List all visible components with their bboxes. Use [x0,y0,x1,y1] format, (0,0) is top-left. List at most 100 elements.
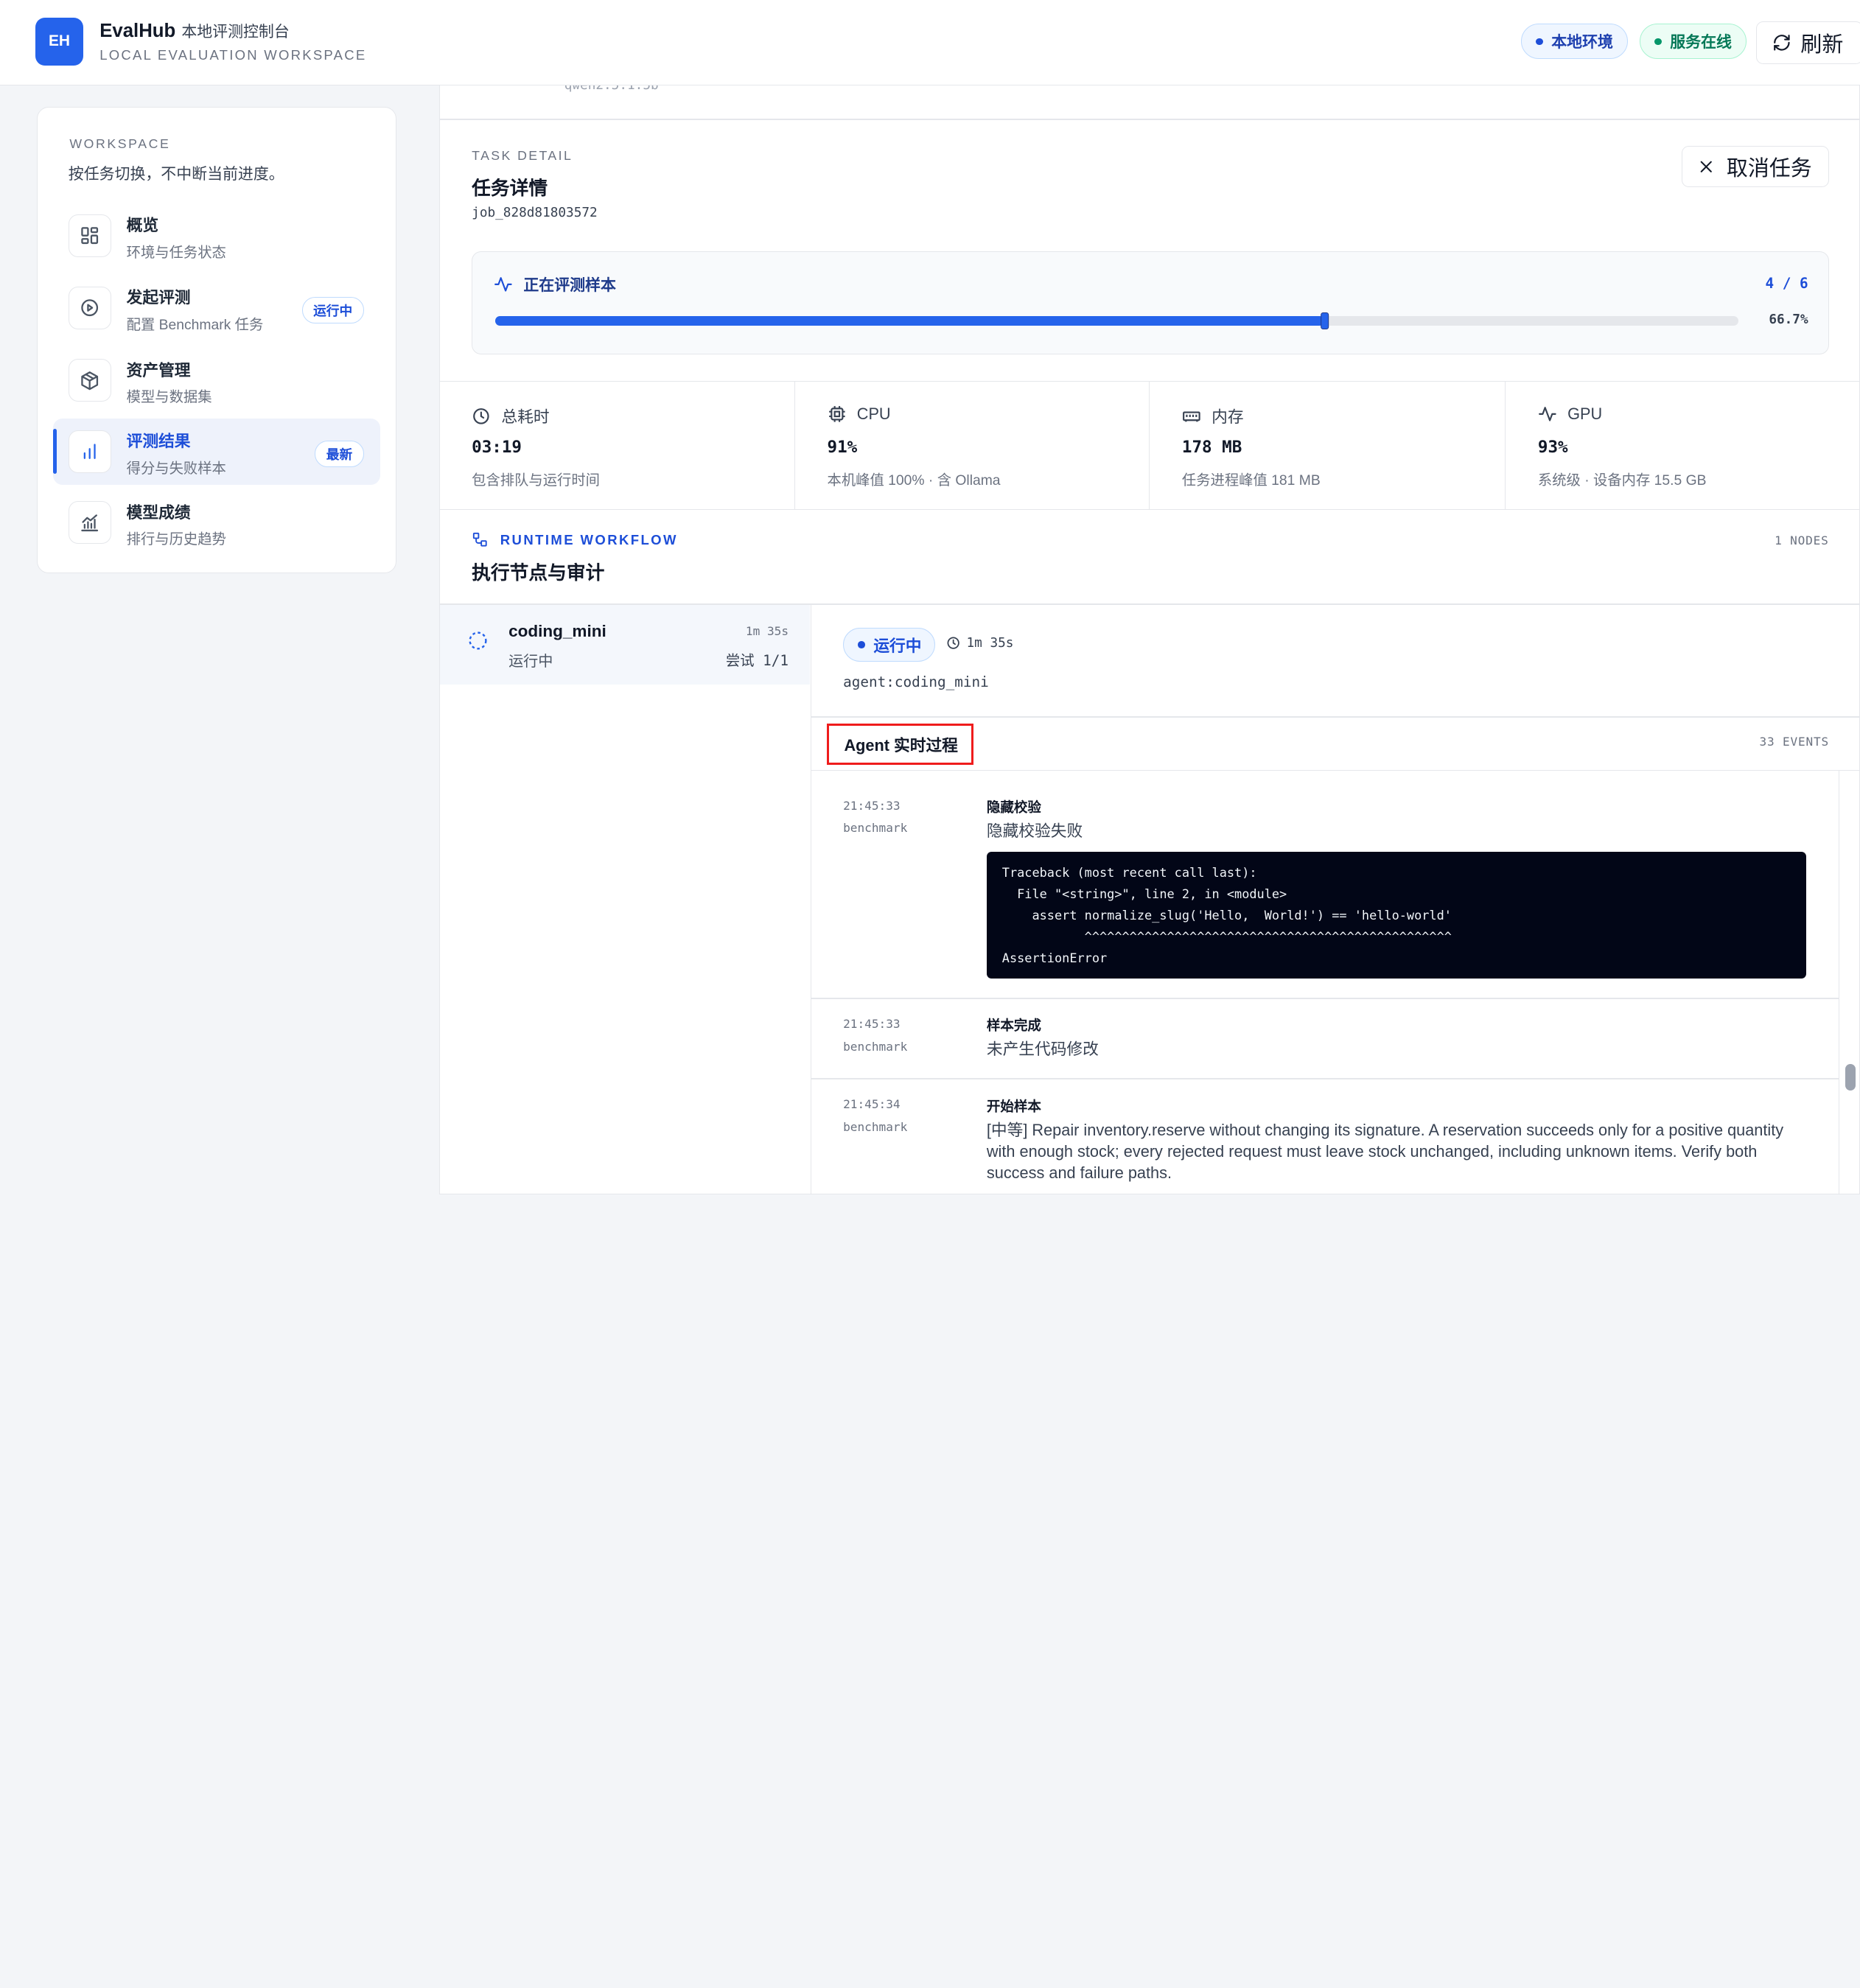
stat-total-time: 总耗时 03:19 包含排队与运行时间 [440,382,794,508]
event-source: benchmark [843,1039,908,1054]
event-source: benchmark [843,821,908,836]
loading-spinner-icon [467,630,489,651]
node-list: coding_mini 运行中 1m 35s 尝试 1/1 [439,605,811,1194]
stat-label: GPU [1567,404,1603,423]
event-body: [中等] Repair inventory.reserve without ch… [986,1120,1784,1182]
status-dot-icon [858,641,866,648]
sidebar-item-label: 资产管理 [126,360,191,379]
stat-sub: 包含排队与运行时间 [472,472,600,489]
event-source: benchmark [843,1119,908,1134]
event-title: 隐藏校验 [986,799,1041,815]
workflow-kicker-text: RUNTIME WORKFLOW [500,531,678,547]
sidebar-item-label: 概览 [126,216,159,235]
divider [811,716,1860,718]
task-detail-kicker: TASK DETAIL [472,148,573,164]
node-name: coding_mini [508,621,606,640]
memory-icon [1182,407,1201,426]
cancel-task-button[interactable]: 取消任务 [1682,146,1829,188]
app-logo: EH [35,18,83,66]
progress-label: 正在评测样本 [523,277,616,295]
divider [439,118,1860,120]
clock-icon [946,636,960,650]
sidebar-item-sub: 模型与数据集 [126,390,212,406]
sidebar: WORKSPACE 按任务切换，不中断当前进度。 概览 环境与任务状态 发起评测配… [36,106,396,573]
sidebar-item-label: 评测结果 [126,432,191,451]
event-body: 隐藏校验失败 [986,822,1083,841]
play-circle-icon [68,286,111,329]
divider [439,508,1860,511]
status-dot-icon [1654,38,1662,46]
stat-value: 178 MB [1181,438,1242,458]
refresh-label: 刷新 [1800,32,1844,57]
app-subtitle: LOCAL EVALUATION WORKSPACE [99,46,367,63]
stat-value: 03:19 [472,438,522,458]
status-badge: 运行中 [843,627,936,662]
node-attempt: 尝试 1/1 [725,651,789,669]
sidebar-kicker: WORKSPACE [69,136,171,151]
events-scrollbar[interactable] [1838,771,1860,1194]
stat-sub: 系统级 · 设备内存 15.5 GB [1537,472,1707,489]
grid-icon [68,214,111,257]
latest-badge: 最新 [315,441,364,467]
sidebar-item-start-eval[interactable]: 发起评测 配置 Benchmark 任务 运行中 [53,275,380,341]
divider [811,997,1839,999]
status-badge-label: 运行中 [873,636,922,655]
node-status: 运行中 [508,653,553,670]
cpu-icon [828,405,847,424]
stat-cpu: CPU 91% 本机峰值 100% · 含 Ollama [794,382,1149,509]
workflow-kicker: RUNTIME WORKFLOW [472,531,678,548]
event-title: 开始样本 [986,1098,1041,1114]
service-status-pill: 服务在线 [1640,24,1747,60]
detail-duration-value: 1m 35s [966,635,1014,651]
env-status-pill: 本地环境 [1521,24,1629,60]
scrollbar-thumb[interactable] [1845,1064,1856,1091]
sidebar-item-label: 发起评测 [126,288,191,307]
service-pill-label: 服务在线 [1670,34,1732,52]
job-id: job_828d81803572 [472,205,598,220]
progress-count: 4 / 6 [1765,274,1808,292]
env-pill-label: 本地环境 [1551,34,1613,52]
agent-process-title: Agent 实时过程 [826,724,974,766]
progress-percent: 66.7% [1769,312,1808,328]
stat-sub: 任务进程峰值 181 MB [1181,472,1321,489]
cancel-task-label: 取消任务 [1726,157,1812,181]
sidebar-item-sub: 配置 Benchmark 任务 [126,317,264,333]
package-icon [68,359,111,402]
event-title: 样本完成 [986,1018,1041,1034]
sidebar-item-results[interactable]: 评测结果得分与失败样本 最新 [52,418,381,485]
stat-label: CPU [856,404,891,423]
task-detail-title: 任务详情 [472,178,548,200]
sidebar-item-assets[interactable]: 资产管理模型与数据集 [53,347,380,413]
stat-memory: 内存 178 MB 任务进程峰值 181 MB [1149,382,1503,509]
event-body: 未产生代码修改 [986,1040,1099,1059]
event-time: 21:45:33 [843,798,901,813]
progress-handle [1321,312,1329,329]
refresh-button[interactable]: 刷新 [1755,21,1860,64]
trend-chart-icon [68,501,111,545]
event-time: 21:45:33 [843,1016,901,1031]
sidebar-item-overview[interactable]: 概览 环境与任务状态 [53,203,380,269]
stat-gpu: GPU 93% 系统级 · 设备内存 15.5 GB [1505,382,1859,509]
refresh-icon [1772,33,1791,52]
app-header: EH EvalHub 本地评测控制台 LOCAL EVALUATION WORKS… [0,0,1860,85]
divider [811,769,1860,771]
stat-sub: 本机峰值 100% · 含 Ollama [827,472,1001,489]
nodes-count: 1 NODES [1775,533,1829,548]
close-icon [1698,158,1715,175]
main-panel: qwen2.5:1.5b TASK DETAIL 任务详情 job_828d81… [438,85,1860,1195]
sidebar-description: 按任务切换，不中断当前进度。 [68,165,284,183]
stat-label: 内存 [1212,407,1244,426]
sidebar-item-label: 模型成绩 [126,503,191,522]
ghost-model-label: qwen2.5:1.5b [564,85,659,94]
app-name-cn: 本地评测控制台 [181,24,290,41]
sidebar-item-model-scores[interactable]: 模型成绩 排行与历史趋势 [53,489,380,556]
workflow-title: 执行节点与审计 [472,562,605,584]
workflow-icon [472,531,489,548]
node-duration: 1m 35s [745,623,789,638]
progress-card: 正在评测样本 4 / 6 66.7% [472,251,1829,355]
app-name: EvalHub [99,21,176,42]
sidebar-item-sub: 得分与失败样本 [126,461,226,477]
progress-bar [494,312,1738,329]
stat-label: 总耗时 [501,407,550,426]
node-item-coding-mini[interactable]: coding_mini 运行中 1m 35s 尝试 1/1 [439,605,810,685]
